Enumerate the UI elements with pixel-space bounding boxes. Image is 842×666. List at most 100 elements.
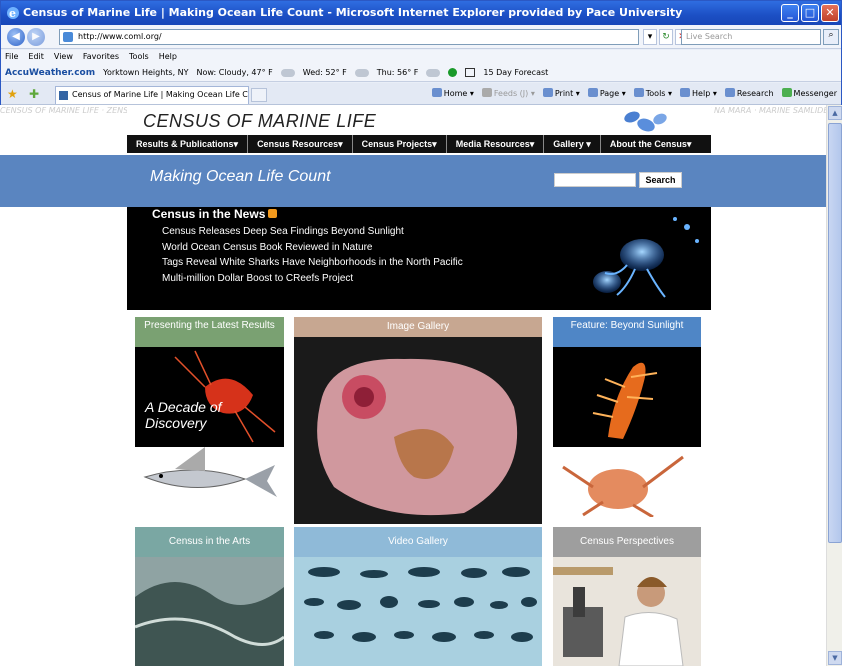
search-icon[interactable]: ⌕ <box>823 29 839 45</box>
tile-presenting-results[interactable]: Presenting the Latest Results A Decade o… <box>135 317 284 447</box>
tile-video-gallery-label: Video Gallery <box>294 527 542 557</box>
tv-icon[interactable] <box>465 68 476 77</box>
scroll-down-icon[interactable]: ▼ <box>828 651 842 665</box>
feeds-icon <box>481 88 492 97</box>
menu-file[interactable]: File <box>5 50 18 64</box>
favorites-star-icon[interactable]: ★ <box>7 87 18 101</box>
news-item[interactable]: Tags Reveal White Sharks Have Neighborho… <box>162 255 463 271</box>
decade-discovery-text: A Decade of Discovery <box>145 399 222 431</box>
tile-census-arts[interactable]: Census in the Arts <box>135 527 284 666</box>
tile-feature-beyond-sunlight[interactable]: Feature: Beyond Sunlight <box>553 317 701 447</box>
address-url: http://www.coml.org/ <box>78 32 162 41</box>
tile-image-gallery-label: Image Gallery <box>294 317 542 337</box>
tile-census-perspectives[interactable]: Census Perspectives <box>553 527 701 666</box>
print-button[interactable]: Print ▾ <box>542 88 580 98</box>
menu-edit[interactable]: Edit <box>28 50 44 64</box>
nav-label: Gallery <box>553 139 584 149</box>
command-bar: Home ▾ Feeds (J) ▾ Print ▾ Page ▾ Tools … <box>431 88 837 98</box>
maximize-button[interactable]: □ <box>801 4 819 22</box>
back-icon[interactable]: ◀ <box>7 28 25 46</box>
accuweather-toolbar: AccuWeather.com Yorktown Heights, NY Now… <box>1 64 841 82</box>
news-list: Census Releases Deep Sea Findings Beyond… <box>162 224 463 286</box>
add-favorites-icon[interactable]: ✚ <box>29 87 39 101</box>
weather-wed[interactable]: Wed: 52° F <box>303 64 347 82</box>
tools-button[interactable]: Tools ▾ <box>633 88 672 98</box>
nav-census-projects[interactable]: Census Projects▾ <box>353 135 447 153</box>
nav-gallery[interactable]: Gallery ▾ <box>544 135 601 153</box>
weather-forecast-link[interactable]: 15 Day Forecast <box>483 64 548 82</box>
tools-label: Tools <box>645 89 666 98</box>
menu-tools[interactable]: Tools <box>129 50 149 64</box>
red-shrimp-image <box>174 350 276 443</box>
nav-label: Media Resources <box>455 139 530 149</box>
weather-now[interactable]: Now: Cloudy, 47° F <box>197 64 273 82</box>
news-item[interactable]: World Ocean Census Book Reviewed in Natu… <box>162 240 463 256</box>
news-item[interactable]: Census Releases Deep Sea Findings Beyond… <box>162 224 463 240</box>
menu-favorites[interactable]: Favorites <box>83 50 119 64</box>
page-button[interactable]: Page ▾ <box>587 88 626 98</box>
title-bar: e Census of Marine Life | Making Ocean L… <box>1 1 841 25</box>
address-field[interactable]: http://www.coml.org/ <box>59 29 639 45</box>
gear-icon <box>633 88 644 97</box>
home-button[interactable]: Home ▾ <box>431 88 474 98</box>
research-button[interactable]: Research <box>724 88 774 98</box>
menu-view[interactable]: View <box>54 50 73 64</box>
print-icon <box>542 88 553 97</box>
site-tagline: Making Ocean Life Count <box>150 168 331 185</box>
nav-label: Census Resources <box>257 139 339 149</box>
tile-video-gallery[interactable]: Video Gallery <box>294 527 542 666</box>
news-item[interactable]: Multi-million Dollar Boost to CReefs Pro… <box>162 271 463 287</box>
census-logo-icon[interactable] <box>622 109 670 135</box>
nav-label: Results & Publications <box>136 139 234 149</box>
cloud-icon <box>426 68 441 77</box>
orange-worm-image <box>592 362 658 439</box>
site-search-input[interactable] <box>554 173 636 187</box>
minimize-button[interactable]: _ <box>781 4 799 22</box>
scroll-up-icon[interactable]: ▲ <box>828 106 842 120</box>
research-icon <box>724 88 735 97</box>
dropdown-icon[interactable]: ▾ <box>643 29 657 45</box>
nav-label: Census Projects <box>361 139 433 149</box>
status-icon <box>448 68 458 77</box>
messenger-label: Messenger <box>793 89 837 98</box>
nav-about-census[interactable]: About the Census▾ <box>601 135 701 153</box>
menu-bar: File Edit View Favorites Tools Help <box>1 50 841 64</box>
forward-icon[interactable]: ▶ <box>27 28 45 46</box>
print-label: Print <box>554 89 574 98</box>
tab-census[interactable]: Census of Marine Life | Making Ocean Lif… <box>55 86 249 104</box>
vertical-scrollbar[interactable]: ▲ ▼ <box>826 105 842 666</box>
new-tab-button[interactable] <box>251 88 267 102</box>
scroll-thumb[interactable] <box>828 123 842 543</box>
svg-text:e: e <box>9 7 16 20</box>
close-window-button[interactable]: ✕ <box>821 4 839 22</box>
site-logo-text[interactable]: CENSUS OF MARINE LIFE <box>143 111 376 132</box>
live-search-input[interactable]: Live Search <box>681 29 821 45</box>
tagline-band <box>0 155 826 207</box>
home-icon <box>431 88 442 97</box>
weather-location[interactable]: Yorktown Heights, NY <box>103 64 188 82</box>
site-search-button[interactable]: Search <box>639 172 682 188</box>
messenger-button[interactable]: Messenger <box>781 88 837 98</box>
nav-census-resources[interactable]: Census Resources▾ <box>248 135 353 153</box>
web-page: CENSUS OF MARINE LIFE · ZENSUS DES MEERE… <box>0 105 826 666</box>
weather-thu[interactable]: Thu: 56° F <box>377 64 419 82</box>
scientist-microscope-image <box>553 557 701 666</box>
tile-perspectives-label: Census Perspectives <box>553 527 701 557</box>
help-button[interactable]: Help ▾ <box>680 88 717 98</box>
page-label: Page <box>599 89 620 98</box>
messenger-icon <box>781 88 792 97</box>
page-icon <box>63 32 73 42</box>
tile-image-gallery[interactable]: Image Gallery <box>294 317 542 524</box>
feeds-button[interactable]: Feeds (J) ▾ <box>481 88 535 98</box>
ie-logo-icon: e <box>7 7 19 20</box>
nav-media-resources[interactable]: Media Resources▾ <box>447 135 545 153</box>
nav-results-publications[interactable]: Results & Publications▾ <box>127 135 249 153</box>
tile-feature-label: Feature: Beyond Sunlight <box>553 317 701 347</box>
rss-icon[interactable] <box>268 209 277 218</box>
accuweather-logo[interactable]: AccuWeather.com <box>5 64 95 82</box>
help-icon <box>680 88 691 97</box>
menu-help[interactable]: Help <box>159 50 177 64</box>
refresh-icon[interactable]: ↻ <box>659 29 673 45</box>
home-label: Home <box>443 89 468 98</box>
help-label: Help <box>692 89 711 98</box>
